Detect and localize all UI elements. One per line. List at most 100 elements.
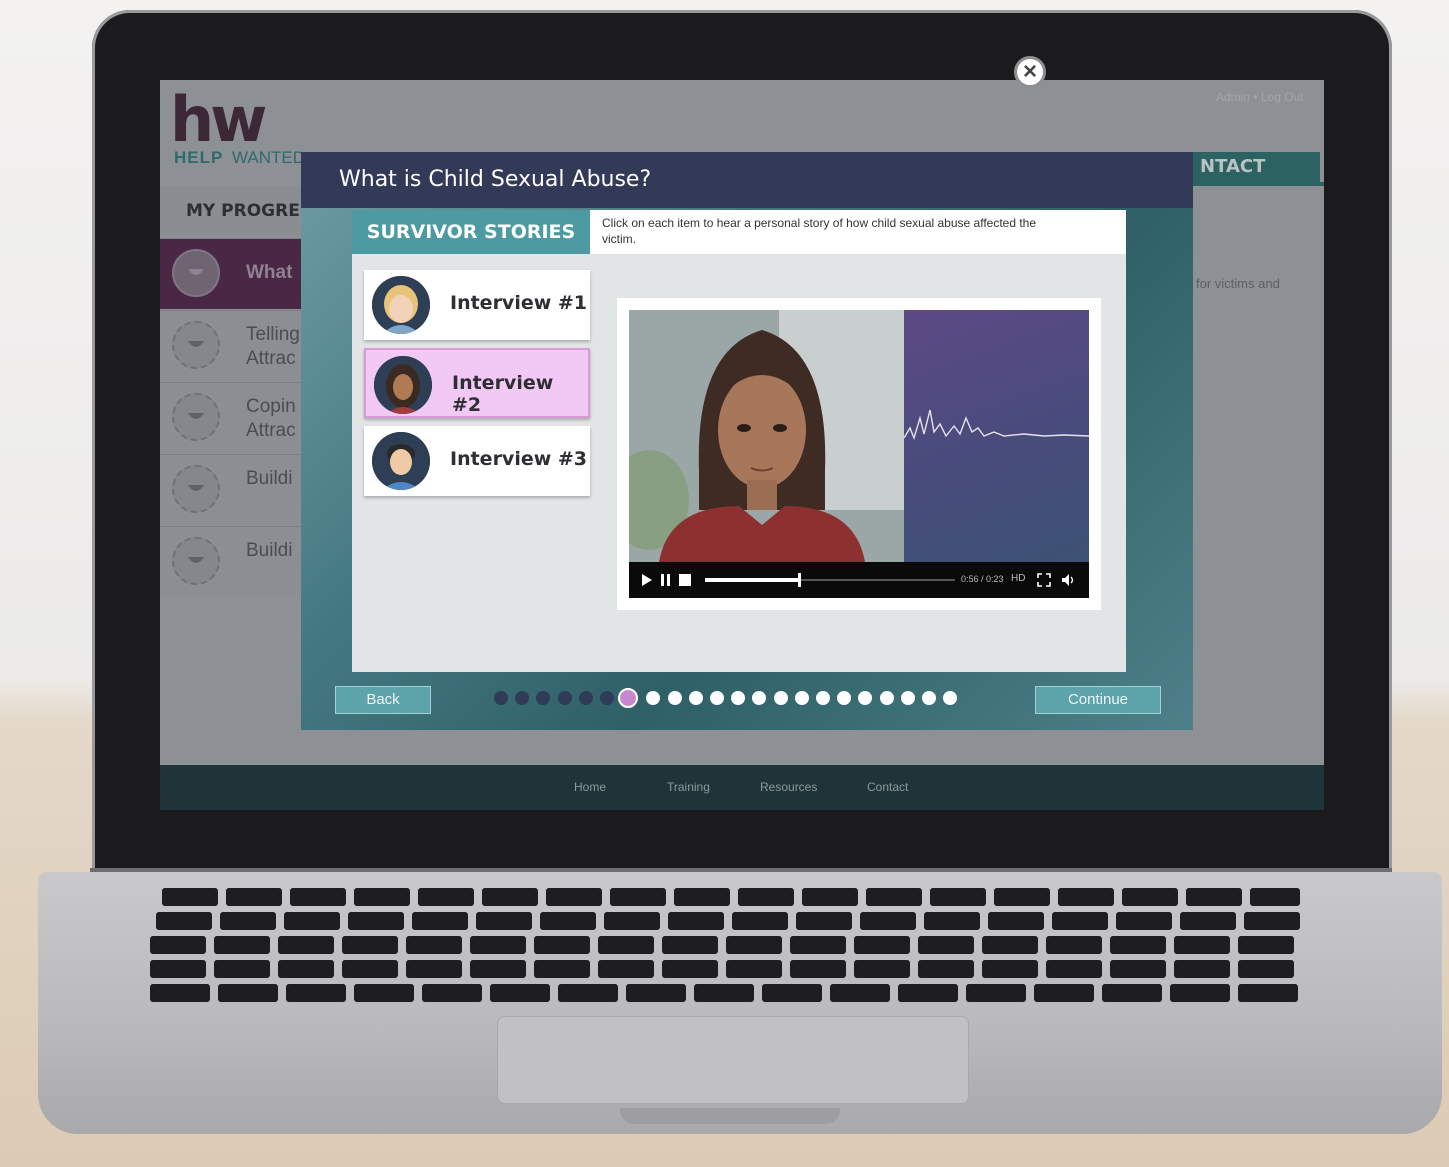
video-seek-thumb[interactable] <box>797 573 801 587</box>
step-dot[interactable] <box>494 691 508 705</box>
fullscreen-icon[interactable] <box>1037 573 1051 587</box>
step-dot[interactable] <box>688 691 703 705</box>
step-dot[interactable] <box>879 691 894 705</box>
keyboard-key <box>626 984 686 1002</box>
keyboard-key <box>982 960 1038 978</box>
keyboard-key <box>854 960 910 978</box>
progress-item-label: Copin Attrac <box>246 396 296 441</box>
keyboard-key <box>726 936 782 954</box>
heart-badge-icon <box>172 249 220 297</box>
step-dot[interactable] <box>600 691 614 705</box>
keyboard-key <box>738 888 794 906</box>
keyboard-key <box>150 960 206 978</box>
keyboard-key <box>1110 960 1166 978</box>
keyboard-key <box>790 936 846 954</box>
keyboard-key <box>342 960 398 978</box>
heart-badge-icon <box>172 465 220 513</box>
keyboard-key <box>422 984 482 1002</box>
site-footer: Home Training Resources Contact <box>160 765 1324 810</box>
keyboard-key <box>918 960 974 978</box>
keyboard-key <box>342 936 398 954</box>
keyboard-key <box>534 936 590 954</box>
continue-button[interactable]: Continue <box>1035 686 1161 714</box>
progress-item-label: Telling Attrac <box>246 324 300 369</box>
keyboard-key <box>476 912 532 930</box>
keyboard-key <box>214 960 270 978</box>
keyboard-key <box>162 888 218 906</box>
video-seek-fill <box>705 578 798 582</box>
step-dot[interactable] <box>667 691 682 705</box>
keyboard-key <box>1238 984 1298 1002</box>
interview-1-label: Interview #1 <box>450 292 588 314</box>
step-dot[interactable] <box>773 691 788 705</box>
step-dot[interactable] <box>557 691 572 705</box>
keyboard-key <box>1174 960 1230 978</box>
keyboard-key <box>534 960 590 978</box>
audio-waveform-panel <box>903 310 1089 562</box>
keyboard-key <box>598 960 654 978</box>
keyboard-key <box>354 888 410 906</box>
contact-tab[interactable]: NTACT <box>1190 152 1320 182</box>
progress-item[interactable]: Buildi <box>160 526 320 597</box>
keyboard-key <box>982 936 1038 954</box>
interview-2-button[interactable]: Interview #2 <box>364 348 590 418</box>
step-dot[interactable] <box>922 691 936 705</box>
interview-1-button[interactable]: Interview #1 <box>364 270 590 340</box>
laptop-notch <box>620 1108 840 1124</box>
step-dot[interactable] <box>710 691 724 705</box>
footer-link-home[interactable]: Home <box>574 780 606 794</box>
keyboard-key <box>490 984 550 1002</box>
top-nav-account[interactable]: Admin • Log Out <box>1216 90 1304 104</box>
laptop-trackpad <box>497 1016 969 1104</box>
keyboard-key <box>1052 912 1108 930</box>
pause-icon[interactable] <box>661 573 671 587</box>
keyboard-key <box>150 984 210 1002</box>
interview-3-label: Interview #3 <box>450 448 588 470</box>
keyboard-key <box>220 912 276 930</box>
keyboard-key <box>918 936 974 954</box>
keyboard-key <box>406 960 462 978</box>
progress-item[interactable]: Buildi <box>160 454 320 525</box>
close-icon: × <box>1022 58 1037 85</box>
step-dot[interactable] <box>578 691 593 705</box>
keyboard-key <box>924 912 980 930</box>
progress-item[interactable]: What <box>160 238 320 309</box>
heart-badge-icon <box>172 393 220 441</box>
keyboard-key <box>860 912 916 930</box>
keyboard-key <box>674 888 730 906</box>
keyboard-key <box>610 888 666 906</box>
interview-3-button[interactable]: Interview #3 <box>364 426 590 496</box>
instructions-box: Click on each item to hear a personal st… <box>590 210 1126 254</box>
keyboard-key <box>694 984 754 1002</box>
progress-item[interactable]: Copin Attrac <box>160 382 320 453</box>
back-button[interactable]: Back <box>335 686 431 714</box>
site-logo-mark[interactable]: hw <box>170 86 267 154</box>
keyboard-key <box>540 912 596 930</box>
hd-toggle[interactable]: HD <box>1011 573 1025 584</box>
keyboard-key <box>1238 960 1294 978</box>
stop-icon[interactable] <box>679 574 691 586</box>
footer-link-contact[interactable]: Contact <box>867 780 908 794</box>
step-dot[interactable] <box>816 691 830 705</box>
close-modal-button[interactable]: × <box>1014 56 1046 88</box>
site-logo-wanted: WANTED <box>232 148 306 167</box>
keyboard-key <box>546 888 602 906</box>
keyboard-key <box>558 984 618 1002</box>
video-frame-illustration <box>629 310 904 562</box>
progress-item[interactable]: Telling Attrac <box>160 310 320 381</box>
keyboard-key <box>994 888 1050 906</box>
keyboard-key <box>156 912 212 930</box>
keyboard-key <box>662 936 718 954</box>
keyboard-key <box>1250 888 1300 906</box>
footer-link-training[interactable]: Training <box>667 780 710 794</box>
volume-icon[interactable] <box>1061 573 1075 587</box>
heart-badge-icon <box>172 537 220 585</box>
modal-header: What is Child Sexual Abuse? <box>301 152 1193 208</box>
step-dot[interactable] <box>794 691 809 705</box>
footer-link-resources[interactable]: Resources <box>760 780 817 794</box>
keyboard-key <box>1034 984 1094 1002</box>
video-player[interactable]: 0:56 / 0:23 HD <box>629 310 1089 598</box>
keyboard-key <box>218 984 278 1002</box>
play-icon[interactable] <box>641 573 653 587</box>
step-dot[interactable] <box>900 691 915 705</box>
